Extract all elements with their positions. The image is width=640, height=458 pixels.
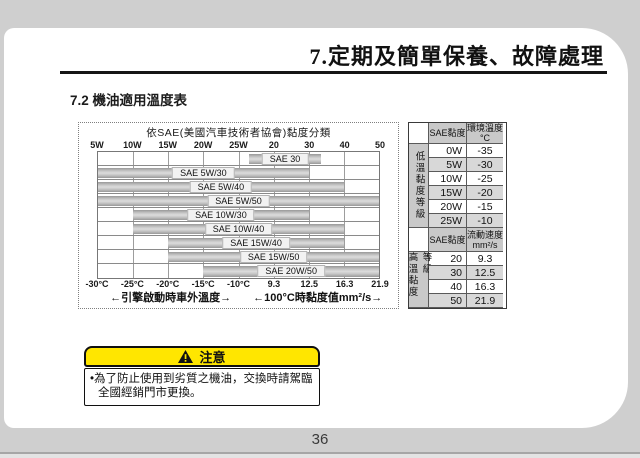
chart-row: SAE 20W/50	[98, 264, 379, 278]
page-number: 36	[0, 431, 640, 448]
top-axis-tick-label: 30	[304, 140, 314, 151]
table-cell-sae: 10W	[429, 172, 467, 186]
caution-header: 注意	[84, 346, 320, 367]
top-axis-tick-label: 50	[375, 140, 385, 151]
manual-page-scan: 7.定期及簡單保養、故障處理 7.2 機油適用溫度表 依SAE(美國汽車技術者協…	[0, 0, 640, 458]
chart-bar-label: SAE 10W/40	[205, 223, 273, 235]
chart-bar-label: SAE 30	[262, 153, 309, 165]
top-axis-tick-label: 10W	[123, 140, 142, 151]
bottom-axis-tick-label: -10°C	[227, 279, 250, 290]
table-header-value: 流動速度 mm²/s	[467, 228, 503, 252]
title-rule	[60, 71, 607, 74]
chart-footnotes: ←引擎啟動時車外溫度→ ←100°C時黏度值mm²/s→	[97, 291, 380, 306]
caution-body: •為了防止使用到劣質之機油，交換時請駕臨全國經銷門市更換。	[84, 368, 320, 406]
table-cell-sae: 20W	[429, 200, 467, 214]
bottom-axis-tick-label: 21.9	[371, 279, 389, 290]
top-axis-tick-label: 25W	[229, 140, 248, 151]
table-cell-sae: 40	[429, 280, 467, 294]
bottom-axis-tick-label: -30°C	[85, 279, 108, 290]
caution-title: 注意	[199, 347, 225, 366]
top-axis-tick-label: 20	[269, 140, 279, 151]
chart-top-axis: 5W10W15W20W25W20304050	[97, 140, 380, 151]
table-side-label: 低溫黏度等級	[409, 144, 429, 228]
top-axis-tick-label: 20W	[194, 140, 213, 151]
chart-bar-label: SAE 15W/40	[222, 237, 290, 249]
top-axis-tick-label: 15W	[158, 140, 177, 151]
table-cell-value: 12.5	[467, 266, 503, 280]
table-cell-value: -20	[467, 186, 503, 200]
table-header-value: 環境溫度 °C	[467, 123, 503, 144]
table-cell-value: -30	[467, 158, 503, 172]
table-header-sae: SAE黏度	[429, 123, 467, 144]
table-cell-value: -35	[467, 144, 503, 158]
chart-bar-label: SAE 5W/30	[172, 167, 235, 179]
table-cell-value: -25	[467, 172, 503, 186]
table-cell-value: -15	[467, 200, 503, 214]
table-cell-value: 9.3	[467, 252, 503, 266]
bottom-axis-tick-label: -20°C	[156, 279, 179, 290]
chart-row: SAE 5W/40	[98, 180, 379, 194]
oil-temperature-chart: 依SAE(美國汽車技術者協會)黏度分類 5W 10W 15W 20W 25W 20 30 40…	[78, 122, 399, 309]
caution-box: 注意 •為了防止使用到劣質之機油，交換時請駕臨全國經銷門市更換。	[84, 346, 320, 406]
chart-row: SAE 10W/30	[98, 208, 379, 222]
bottom-axis-tick-label: 9.3	[268, 279, 281, 290]
chart-row: SAE 10W/40	[98, 222, 379, 236]
table-cell-value: 16.3	[467, 280, 503, 294]
footer-strip	[0, 454, 640, 458]
chart-row: SAE 15W/50	[98, 250, 379, 264]
chart-row: SAE 5W/50	[98, 194, 379, 208]
chart-bar-label: SAE 5W/40	[190, 181, 253, 193]
table-header-sae: SAE黏度	[429, 228, 467, 252]
viscosity-table-section: SAE黏度流動速度 mm²/s 高溫黏度等級209.33012.54016.350…	[409, 228, 506, 308]
page-title: 7.定期及簡單保養、故障處理	[309, 39, 604, 71]
chart-bar-label: SAE 5W/50	[207, 195, 270, 207]
caution-text: 為了防止使用到劣質之機油，交換時請駕臨全國經銷門市更換。	[94, 373, 313, 399]
bottom-axis-tick-label: -15°C	[192, 279, 215, 290]
chart-bottom-axis: -30°C-25°C-20°C-15°C-10°C9.312.516.321.9	[97, 279, 380, 290]
bottom-axis-tick-label: 16.3	[336, 279, 354, 290]
table-cell-sae: 5W	[429, 158, 467, 172]
chart-footnote-right: ←100°C時黏度值mm²/s→	[253, 291, 382, 305]
chart-bar-label: SAE 15W/50	[240, 251, 308, 263]
table-side-label: 高溫黏度等級	[409, 252, 429, 308]
section-title: 7.2 機油適用溫度表	[70, 89, 187, 109]
table-corner-cell	[409, 228, 429, 252]
chart-row: SAE 30	[98, 152, 379, 166]
viscosity-table-section: SAE黏度環境溫度 °C 低溫黏度等級0W-355W-3010W-2515W-20…	[409, 123, 506, 228]
table-cell-sae: 30	[429, 266, 467, 280]
table-cell-sae: 25W	[429, 214, 467, 228]
warning-icon	[178, 350, 193, 363]
page-sheet: 7.定期及簡單保養、故障處理 7.2 機油適用溫度表 依SAE(美國汽車技術者協…	[4, 28, 628, 428]
top-axis-tick-label: 5W	[90, 140, 104, 151]
bottom-axis-tick-label: -25°C	[121, 279, 144, 290]
table-cell-sae: 50	[429, 294, 467, 308]
chart-plot-area: SAE 30 SAE 5W/30 SAE 5W/40 SAE 5W/50 SAE 10W…	[97, 151, 380, 279]
table-cell-sae: 20	[429, 252, 467, 266]
chart-title: 依SAE(美國汽車技術者協會)黏度分類	[87, 126, 390, 140]
chart-row: SAE 15W/40	[98, 236, 379, 250]
chart-row: SAE 5W/30	[98, 166, 379, 180]
bottom-axis-tick-label: 12.5	[300, 279, 318, 290]
table-cell-sae: 0W	[429, 144, 467, 158]
table-corner-cell	[409, 123, 429, 144]
table-cell-value: -10	[467, 214, 503, 228]
chart-bar-label: SAE 20W/50	[257, 265, 325, 277]
chart-bar-label: SAE 10W/30	[187, 209, 255, 221]
chart-footnote-left: ←引擎啟動時車外溫度→	[110, 291, 231, 305]
table-cell-value: 21.9	[467, 294, 503, 308]
table-cell-sae: 15W	[429, 186, 467, 200]
viscosity-table: SAE黏度環境溫度 °C低溫黏度等級0W-355W-3010W-2515W-20…	[408, 122, 507, 309]
top-axis-tick-label: 40	[340, 140, 350, 151]
